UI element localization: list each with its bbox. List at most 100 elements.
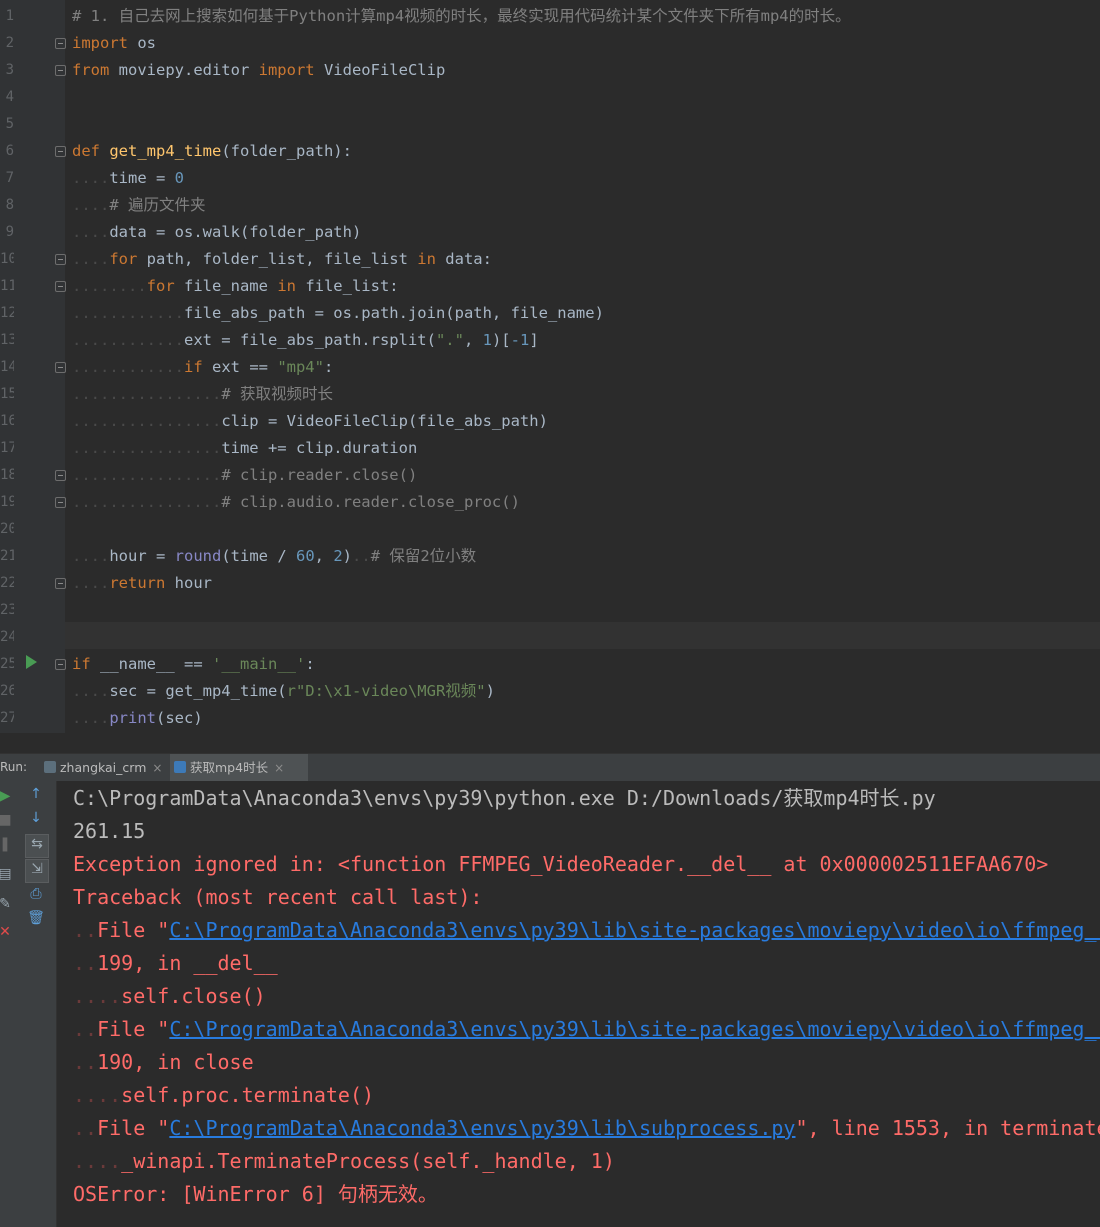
traceback-file-link[interactable]: C:\ProgramData\Anaconda3\envs\py39\lib\s…: [169, 1116, 795, 1140]
line-number: 16: [0, 413, 14, 429]
fold-icon[interactable]: [55, 254, 66, 265]
line-number: 4: [5, 89, 14, 105]
line-number: 14: [0, 359, 14, 375]
code-editor[interactable]: 1 2 3 4 5 6 7 8 9 10 11 12 13 14 15 16 17 18 19 20 21 22 23 24 2…: [0, 0, 1100, 733]
code-line: def get_mp4_time(folder_path):: [72, 142, 352, 160]
line-number: 2: [5, 35, 14, 51]
code-line: ....sec = get_mp4_time(r"D:\x1-video\MGR…: [72, 682, 495, 700]
line-number: 6: [5, 143, 14, 159]
line-number: 3: [5, 62, 14, 78]
code-line: ................# 获取视频时长: [72, 385, 333, 403]
run-label: Run:: [0, 760, 28, 774]
fold-icon[interactable]: [55, 281, 66, 292]
line-number: 10: [0, 251, 14, 267]
code-line: ................# clip.reader.close(): [72, 466, 418, 484]
close-icon[interactable]: ✕: [0, 923, 14, 941]
console-line: 261.15: [73, 819, 146, 843]
line-number: 5: [5, 116, 14, 132]
line-number: 22: [0, 575, 14, 591]
run-icon[interactable]: ▶: [0, 787, 14, 805]
panel-separator[interactable]: [0, 733, 1100, 753]
code-line: ....time = 0: [72, 169, 184, 187]
console-error-line: Exception ignored in: <function FFMPEG_V…: [73, 852, 1049, 876]
line-number: 9: [5, 224, 14, 240]
code-line: # 1. 自己去网上搜索如何基于Python计算mp4视频的时长，最终实现用代码…: [72, 7, 851, 25]
close-icon[interactable]: ×: [152, 761, 162, 775]
line-number: 25: [0, 656, 14, 672]
run-toolbar-right: ↑ ↓ ⇆ ⇲ ⎙ 🗑: [16, 781, 57, 1227]
close-icon[interactable]: ×: [274, 761, 284, 775]
tab-label: zhangkai_crm: [60, 760, 147, 775]
code-line: ....# 遍历文件夹: [72, 196, 206, 214]
tab-label: 获取mp4时长: [190, 760, 269, 775]
code-line: ................# clip.audio.reader.clos…: [72, 493, 520, 511]
console-error-line: Traceback (most recent call last):: [73, 885, 483, 909]
line-number: 11: [0, 278, 14, 294]
fold-icon[interactable]: [55, 470, 66, 481]
line-number: 24: [0, 629, 14, 645]
run-gutter-icon[interactable]: [26, 655, 37, 669]
tab-zhangkai-crm[interactable]: zhangkai_crm ×: [40, 754, 178, 781]
line-number: 20: [0, 521, 14, 537]
trash-icon[interactable]: 🗑: [27, 909, 45, 927]
line-number: 1: [5, 8, 14, 24]
up-arrow-icon[interactable]: ↑: [27, 785, 45, 803]
line-number: 8: [5, 197, 14, 213]
line-number: 18: [0, 467, 14, 483]
scroll-to-end-icon[interactable]: ⇲: [25, 859, 49, 883]
code-line: if __name__ == '__main__':: [72, 655, 315, 673]
line-number: 26: [0, 683, 14, 699]
layout-icon[interactable]: ▤: [0, 865, 14, 883]
fold-icon[interactable]: [55, 659, 66, 670]
console-line: C:\ProgramData\Anaconda3\envs\py39\pytho…: [73, 786, 936, 810]
editor-gutter: 1 2 3 4 5 6 7 8 9 10 11 12 13 14 15 16 17 18 19 20 21 22 23 24 2…: [0, 0, 66, 733]
code-line: ....return hour: [72, 574, 212, 592]
run-console-output[interactable]: C:\ProgramData\Anaconda3\envs\py39\pytho…: [57, 781, 1100, 1227]
print-icon[interactable]: ⎙: [27, 885, 45, 903]
console-error-line: ..File "C:\ProgramData\Anaconda3\envs\py…: [73, 1013, 1100, 1046]
pin-icon[interactable]: ✎: [0, 895, 14, 913]
line-number: 7: [5, 170, 14, 186]
fold-icon[interactable]: [55, 362, 66, 373]
console-error-line: ..File "C:\ProgramData\Anaconda3\envs\py…: [73, 1116, 1100, 1140]
traceback-file-link[interactable]: C:\ProgramData\Anaconda3\envs\py39\lib\s…: [169, 1017, 1100, 1041]
code-line: from moviepy.editor import VideoFileClip: [72, 61, 446, 79]
soft-wrap-icon[interactable]: ⇆: [25, 834, 49, 858]
code-line: import os: [72, 34, 156, 52]
down-arrow-icon[interactable]: ↓: [27, 809, 45, 827]
code-line: ................time += clip.duration: [72, 439, 418, 457]
pause-icon[interactable]: ❚: [0, 835, 14, 853]
code-line: ....print(sec): [72, 709, 203, 727]
line-number: 21: [0, 548, 14, 564]
fold-icon[interactable]: [55, 146, 66, 157]
code-line: ............if ext == "mp4":: [72, 358, 334, 376]
python-file-icon: [174, 761, 186, 773]
line-number: 15: [0, 386, 14, 402]
line-number: 17: [0, 440, 14, 456]
console-error-line: ..190, in close: [73, 1050, 254, 1074]
code-line: ........for file_name in file_list:: [72, 277, 399, 295]
traceback-file-link[interactable]: C:\ProgramData\Anaconda3\envs\py39\lib\s…: [169, 918, 1100, 942]
console-error-line: ....self.close(): [73, 984, 266, 1008]
line-number: 13: [0, 332, 14, 348]
code-line: ............ext = file_abs_path.rsplit("…: [72, 331, 539, 349]
code-line: ............file_abs_path = os.path.join…: [72, 304, 604, 322]
line-number: 23: [0, 602, 14, 618]
console-error-line: ..199, in __del__: [73, 951, 278, 975]
fold-icon[interactable]: [55, 38, 66, 49]
line-number: 12: [0, 305, 14, 321]
code-line: ....data = os.walk(folder_path): [72, 223, 362, 241]
stop-icon[interactable]: ■: [0, 811, 14, 829]
console-error-line: ...._winapi.TerminateProcess(self._handl…: [73, 1149, 615, 1173]
tab-get-mp4-time[interactable]: 获取mp4时长 ×: [170, 754, 308, 781]
code-line: ....hour = round(time / 60, 2)..# 保留2位小数: [72, 547, 477, 565]
code-line: ................clip = VideoFileClip(fil…: [72, 412, 548, 430]
fold-icon[interactable]: [55, 65, 66, 76]
fold-icon[interactable]: [55, 497, 66, 508]
caret-line-highlight: [65, 622, 1100, 649]
run-tab-bar: Run: zhangkai_crm × 获取mp4时长 ×: [0, 753, 1100, 782]
python-config-icon: [44, 761, 56, 773]
console-error-line: ....self.proc.terminate(): [73, 1083, 375, 1107]
fold-icon[interactable]: [55, 578, 66, 589]
console-error-line: ..File "C:\ProgramData\Anaconda3\envs\py…: [73, 914, 1100, 947]
